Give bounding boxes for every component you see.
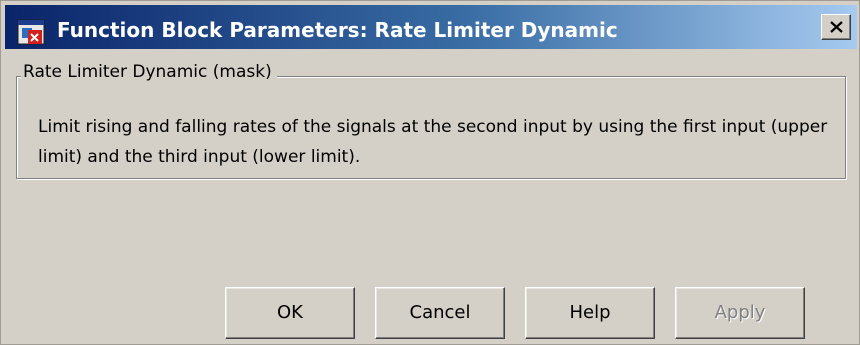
cancel-button[interactable]: Cancel bbox=[375, 287, 505, 339]
mask-group-label: Rate Limiter Dynamic (mask) bbox=[21, 62, 277, 82]
ok-button[interactable]: OK bbox=[225, 287, 355, 339]
dialog-window: Function Block Parameters: Rate Limiter … bbox=[0, 0, 860, 345]
simulink-block-icon bbox=[17, 18, 47, 46]
close-icon bbox=[830, 21, 843, 33]
apply-button[interactable]: Apply bbox=[675, 287, 805, 339]
close-button[interactable] bbox=[821, 14, 851, 40]
mask-description-text: Limit rising and falling rates of the si… bbox=[38, 117, 828, 167]
window-title: Function Block Parameters: Rate Limiter … bbox=[57, 18, 618, 42]
title-bar[interactable]: Function Block Parameters: Rate Limiter … bbox=[5, 5, 857, 49]
help-button[interactable]: Help bbox=[525, 287, 655, 339]
